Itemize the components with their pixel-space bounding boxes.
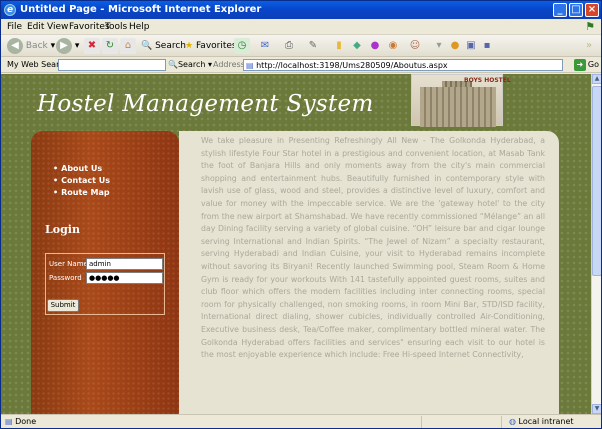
scroll-down-icon[interactable]: ▼: [592, 404, 601, 414]
sidebar: • About Us • Contact Us • Route Map Login U…: [31, 131, 179, 414]
windows-flag-icon: ⚑: [585, 20, 595, 33]
status-divider: [501, 416, 502, 428]
back-label: Back: [25, 41, 48, 51]
go-arrow-icon: ➜: [573, 59, 586, 71]
menu-bar: File Edit View Favorites Tools Help ⚑: [1, 19, 601, 35]
status-zone: ◍ Local intranet: [509, 417, 574, 426]
search-label: Search: [155, 41, 187, 51]
address-bar: My Web Search 🔍Search ▾ Address ▤ http:/…: [1, 57, 601, 73]
menu-file[interactable]: File: [7, 22, 22, 32]
page-icon: ▤: [246, 61, 254, 70]
toolbar-chevron-icon[interactable]: »: [581, 38, 597, 54]
nav-about-us-label: About Us: [61, 164, 103, 173]
ie-logo-icon: e: [4, 4, 16, 16]
favorites-label: Favorites: [195, 41, 237, 51]
menu-edit[interactable]: Edit: [27, 22, 44, 32]
intranet-icon: ◍: [509, 417, 516, 426]
dropdown-icon[interactable]: ▾: [431, 38, 447, 54]
status-left-text: Done: [15, 417, 37, 426]
search-button[interactable]: 🔍 Search: [141, 38, 186, 54]
smiley-icon[interactable]: ☺: [407, 38, 423, 54]
site-title: Hostel Management System: [37, 91, 374, 117]
menu-favorites[interactable]: Favorites: [69, 22, 110, 32]
messenger-icon[interactable]: ◆: [349, 38, 365, 54]
login-heading: Login: [45, 223, 80, 236]
go-label: Go: [587, 60, 599, 69]
status-right-text: Local intranet: [518, 417, 574, 426]
search-icon: 🔍: [168, 60, 178, 69]
page-done-icon: ▤: [5, 417, 13, 426]
nav-contact-us-label: Contact Us: [61, 176, 111, 185]
title-bar: e Untitled Page - Microsoft Internet Exp…: [1, 1, 601, 19]
minimize-button[interactable]: _: [553, 3, 567, 17]
close-button[interactable]: ×: [585, 3, 599, 17]
go-button[interactable]: ➜ Go: [573, 58, 599, 72]
search-icon: 🔍: [141, 41, 153, 51]
print-icon[interactable]: ⎙: [281, 38, 297, 54]
back-button[interactable]: ◀ Back ▾: [7, 38, 55, 54]
address-label: Address: [213, 60, 245, 69]
back-arrow-icon: ◀: [7, 38, 23, 54]
refresh-icon[interactable]: ↻: [102, 38, 118, 54]
status-bar: ▤ Done ◍ Local intranet: [1, 414, 601, 428]
forward-button[interactable]: ▶ ▾: [56, 38, 79, 54]
nav-route-map[interactable]: • Route Map: [53, 188, 110, 197]
favorites-button[interactable]: ★ Favorites: [185, 38, 237, 54]
stop-icon[interactable]: ✖: [84, 38, 100, 54]
toolbar-extension-icon[interactable]: ●: [367, 38, 383, 54]
content-panel: We take pleasure in Presenting Refreshin…: [179, 131, 559, 414]
home-icon[interactable]: ⌂: [120, 38, 136, 54]
url-input[interactable]: ▤ http://localhost:3198/Ums280509/Aboutu…: [243, 59, 563, 71]
toolbar: ◀ Back ▾ ▶ ▾ ✖ ↻ ⌂ 🔍 Search ★ Favorites …: [1, 35, 601, 57]
vertical-scrollbar[interactable]: ▲ ▼: [591, 74, 601, 414]
mail-icon[interactable]: ✉: [257, 38, 273, 54]
password-input[interactable]: ●●●●●: [86, 272, 163, 284]
url-text: http://localhost:3198/Ums280509/Aboutus.…: [256, 61, 448, 70]
folder-icon[interactable]: ▮: [331, 38, 347, 54]
toolbar-extension-3-icon[interactable]: ▪: [479, 38, 495, 54]
submit-button[interactable]: Submit: [47, 299, 79, 312]
menu-tools[interactable]: Tools: [105, 22, 127, 32]
web-page: Hostel Management System BOYS HOSTEL • Ab…: [1, 74, 591, 414]
status-divider: [421, 416, 422, 428]
maximize-button[interactable]: □: [569, 3, 583, 17]
websearch-button[interactable]: 🔍Search ▾: [168, 60, 212, 69]
nav-route-map-label: Route Map: [61, 188, 110, 197]
scroll-thumb[interactable]: [592, 86, 601, 276]
scroll-up-icon[interactable]: ▲: [592, 74, 601, 84]
about-text: We take pleasure in Presenting Refreshin…: [201, 136, 545, 360]
sun-icon[interactable]: ●: [447, 38, 463, 54]
photo-wing: [420, 87, 496, 127]
star-icon: ★: [185, 41, 194, 51]
username-label: User Name: [49, 260, 88, 268]
password-label: Password: [49, 274, 82, 282]
window-title: Untitled Page - Microsoft Internet Explo…: [20, 4, 262, 15]
toolbar-extension-2-icon[interactable]: ◉: [385, 38, 401, 54]
websearch-input[interactable]: [58, 59, 166, 71]
nav-contact-us[interactable]: • Contact Us: [53, 176, 110, 185]
browser-window: e Untitled Page - Microsoft Internet Exp…: [0, 0, 602, 429]
monitor-icon[interactable]: ▣: [463, 38, 479, 54]
photo-caption: BOYS HOSTEL: [464, 77, 511, 84]
history-icon[interactable]: ◷: [234, 38, 250, 54]
nav-about-us[interactable]: • About Us: [53, 164, 102, 173]
websearch-button-label: Search: [177, 60, 206, 69]
edit-icon[interactable]: ✎: [305, 38, 321, 54]
forward-arrow-icon: ▶: [56, 38, 72, 54]
menu-help[interactable]: Help: [129, 22, 150, 32]
menu-view[interactable]: View: [47, 22, 68, 32]
username-input[interactable]: admin: [86, 258, 163, 270]
status-done: ▤ Done: [5, 417, 36, 426]
hostel-photo: BOYS HOSTEL: [411, 74, 511, 127]
